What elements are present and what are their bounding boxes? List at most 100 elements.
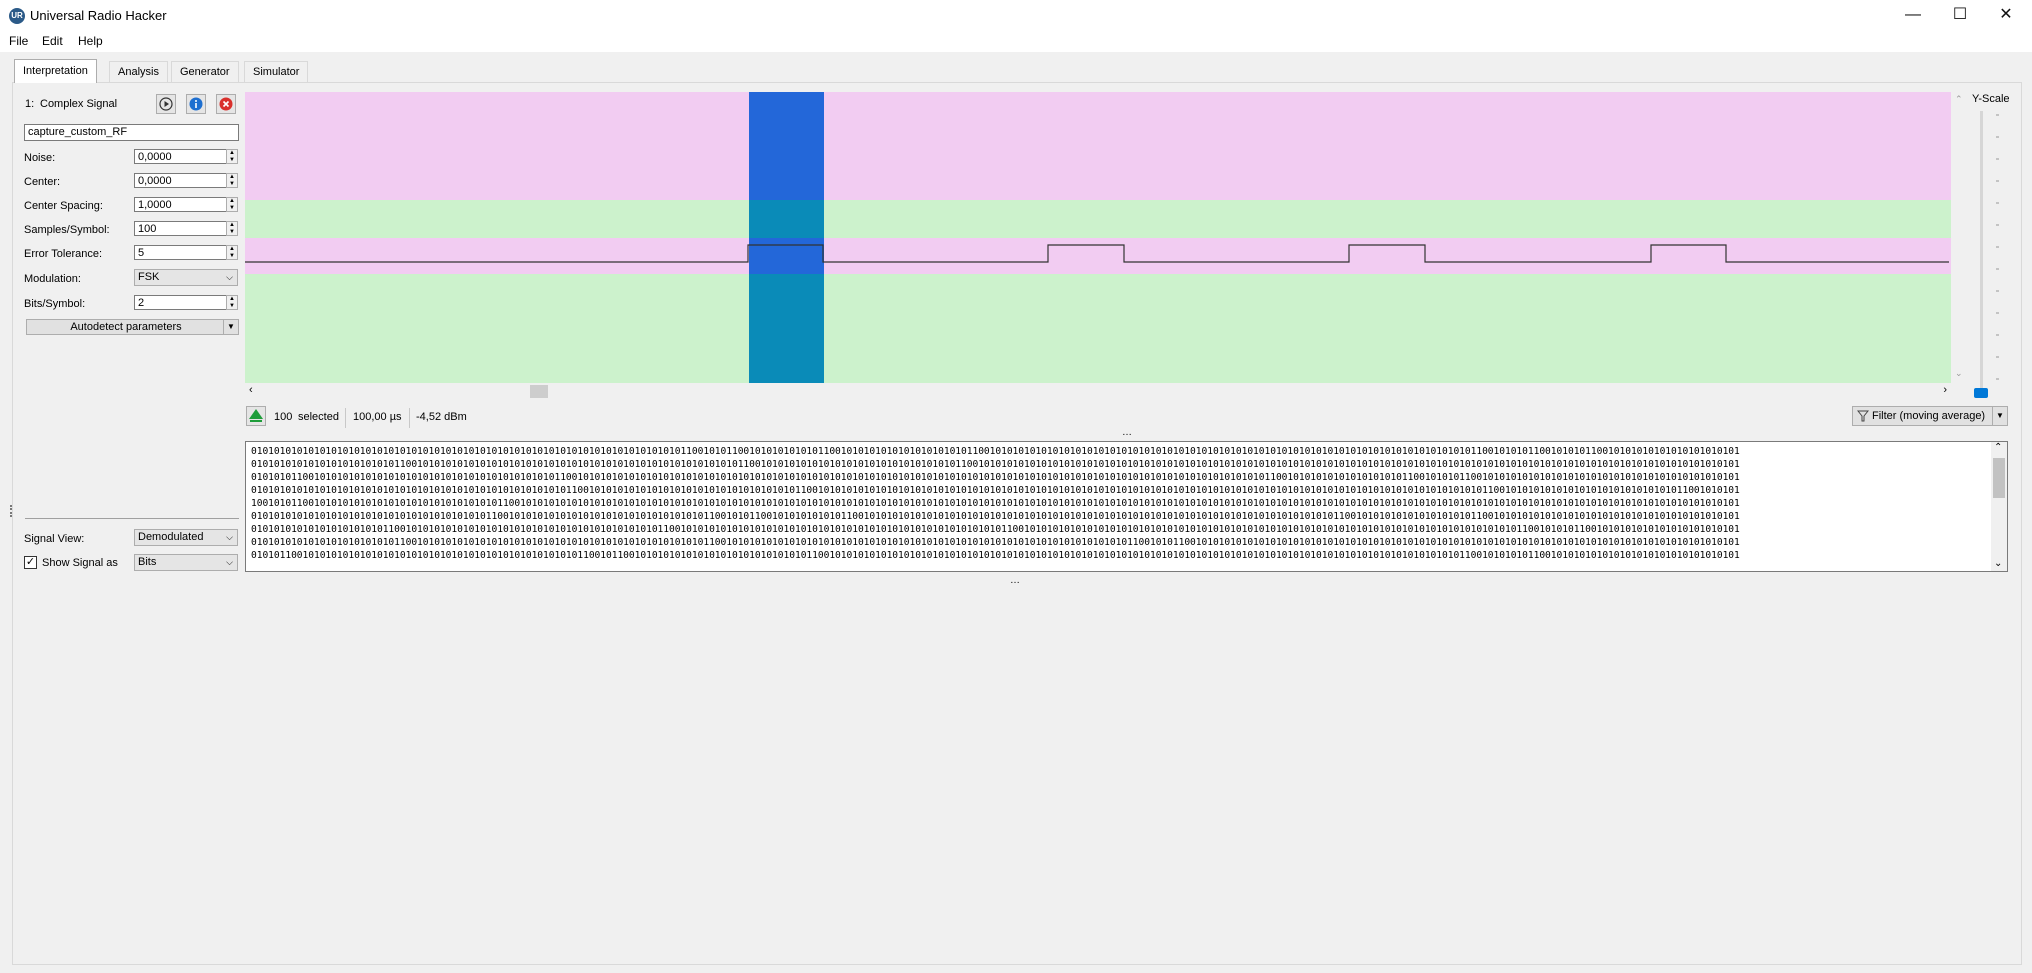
- splitter-handle-top[interactable]: …: [1122, 427, 1133, 438]
- signal-name-label[interactable]: Complex Signal: [40, 98, 117, 110]
- modulation-select[interactable]: FSK ⌵: [134, 269, 238, 286]
- window-title: Universal Radio Hacker: [30, 8, 167, 23]
- selection-highlight-middle[interactable]: [749, 238, 824, 274]
- zoom-to-selection-icon: [249, 409, 263, 422]
- scroll-up-icon[interactable]: ⌃: [1994, 442, 2002, 453]
- status-separator: [409, 408, 410, 428]
- samples-per-symbol-label: Samples/Symbol:: [24, 224, 110, 236]
- green-band-upper: [245, 200, 1951, 238]
- scroll-left-icon[interactable]: ‹: [249, 384, 253, 396]
- tab-simulator[interactable]: Simulator: [244, 61, 309, 83]
- play-icon: [159, 97, 173, 111]
- samples-per-symbol-stepper[interactable]: ▲ ▼: [226, 221, 238, 236]
- show-signal-as-select[interactable]: Bits ⌵: [134, 554, 238, 571]
- selection-status: 100 selected 100,00 µs -4,52 dBm: [274, 408, 574, 428]
- selection-power: -4,52 dBm: [416, 411, 467, 423]
- error-tolerance-input[interactable]: 5: [134, 245, 238, 260]
- green-band-lower: [245, 274, 1951, 383]
- signal-view-select[interactable]: Demodulated ⌵: [134, 529, 238, 546]
- scroll-thumb[interactable]: [530, 385, 548, 398]
- center-input[interactable]: 0,0000: [134, 173, 238, 188]
- filter-label: Filter (moving average): [1872, 410, 1986, 422]
- magenta-band-top: [245, 92, 1951, 200]
- horizontal-scrollbar[interactable]: ‹ ›: [245, 384, 1951, 398]
- tab-interpretation[interactable]: Interpretation: [14, 59, 97, 83]
- selected-count[interactable]: 100: [274, 411, 292, 423]
- selection-highlight-green[interactable]: [749, 200, 824, 238]
- center-spacing-stepper[interactable]: ▲ ▼: [226, 197, 238, 212]
- close-window-button[interactable]: ✕: [1983, 0, 2029, 30]
- menu-bar: [0, 30, 2032, 52]
- bit-line: 0101010101010101010101010101010101010101…: [251, 485, 1740, 496]
- menu-edit[interactable]: Edit: [42, 34, 63, 48]
- modulation-label: Modulation:: [24, 273, 81, 285]
- signal-view-value: Demodulated: [138, 531, 204, 543]
- error-tolerance-stepper[interactable]: ▲ ▼: [226, 245, 238, 260]
- close-signal-button[interactable]: [216, 94, 236, 114]
- menu-help[interactable]: Help: [78, 34, 103, 48]
- bits-per-symbol-label: Bits/Symbol:: [24, 298, 86, 310]
- tab-generator[interactable]: Generator: [171, 61, 239, 83]
- splitter-handle[interactable]: [10, 505, 14, 517]
- center-stepper[interactable]: ▲ ▼: [226, 173, 238, 188]
- bit-line: 0101010101010101010101010110010101010101…: [251, 537, 1740, 548]
- signal-filename-field[interactable]: capture_custom_RF: [24, 124, 239, 141]
- maximize-button[interactable]: ☐: [1937, 0, 1983, 30]
- bits-vertical-scrollbar[interactable]: ⌃ ⌄: [1991, 442, 2007, 571]
- noise-stepper[interactable]: ▲ ▼: [226, 149, 238, 164]
- selection-duration: 100,00 µs: [353, 411, 402, 423]
- bit-line: 0101010101010101010101010110010101010101…: [251, 459, 1740, 470]
- bit-line: 1001010110010101010101010101010101010101…: [251, 498, 1740, 509]
- autodetect-label: Autodetect parameters: [70, 321, 182, 333]
- signal-graphics-view[interactable]: [245, 92, 1951, 383]
- chevron-down-icon: ⌵: [226, 557, 233, 567]
- show-signal-as-checkbox[interactable]: ✓: [24, 556, 37, 569]
- signal-view-label: Signal View:: [24, 533, 85, 545]
- bit-line: 0101010101010101010101011001010101010101…: [251, 524, 1740, 535]
- status-separator: [345, 408, 346, 428]
- filter-button[interactable]: Filter (moving average) ▼: [1852, 406, 2008, 426]
- minimize-button[interactable]: —: [1890, 0, 1936, 30]
- show-signal-as-value: Bits: [138, 556, 157, 568]
- scroll-right-icon[interactable]: ›: [1943, 384, 1947, 396]
- error-tolerance-label: Error Tolerance:: [24, 248, 103, 260]
- signal-plot[interactable]: [245, 92, 1951, 383]
- splitter-handle-bottom[interactable]: …: [1010, 575, 1021, 586]
- filter-dropdown-icon[interactable]: ▼: [1992, 407, 2007, 425]
- chevron-down-icon: ⌵: [226, 272, 233, 282]
- show-signal-as-label: Show Signal as: [42, 557, 118, 569]
- bits-per-symbol-input[interactable]: 2: [134, 295, 238, 310]
- bit-line: 0101010101010101010101010101010101010101…: [251, 511, 1740, 522]
- autodetect-dropdown-icon[interactable]: ▼: [223, 320, 238, 334]
- scroll-thumb[interactable]: [1993, 458, 2005, 498]
- autodetect-button[interactable]: Autodetect parameters ▼: [26, 319, 239, 335]
- vertical-scroll-up-icon[interactable]: ⌃: [1955, 94, 1963, 105]
- selection-highlight-bottom[interactable]: [749, 274, 824, 383]
- info-button[interactable]: [186, 94, 206, 114]
- vertical-scroll-down-icon[interactable]: ⌄: [1955, 368, 1963, 379]
- chevron-down-icon: ⌵: [226, 532, 233, 542]
- magenta-band-middle: [245, 238, 1951, 274]
- close-icon: [219, 97, 233, 111]
- samples-per-symbol-input[interactable]: 100: [134, 221, 238, 236]
- scroll-down-icon[interactable]: ⌄: [1994, 558, 2002, 569]
- center-label: Center:: [24, 176, 61, 188]
- menu-file[interactable]: File: [9, 34, 28, 48]
- show-selection-button[interactable]: [246, 406, 266, 426]
- bit-line: 0101010101010101010101010101010101010101…: [251, 446, 1740, 457]
- bits-text-view[interactable]: 0101010101010101010101010101010101010101…: [245, 441, 2008, 572]
- replay-button[interactable]: [156, 94, 176, 114]
- y-scale-slider-handle[interactable]: [1974, 388, 1988, 398]
- modulation-value: FSK: [138, 271, 160, 283]
- tab-analysis[interactable]: Analysis: [109, 61, 168, 83]
- signal-index: 1:: [25, 98, 35, 110]
- filter-icon: [1857, 410, 1869, 422]
- center-spacing-input[interactable]: 1,0000: [134, 197, 238, 212]
- y-scale-slider-track[interactable]: [1980, 111, 1983, 391]
- bits-per-symbol-stepper[interactable]: ▲ ▼: [226, 295, 238, 310]
- y-scale-label: Y-Scale: [1972, 93, 2010, 105]
- noise-label: Noise:: [24, 152, 56, 164]
- noise-input[interactable]: 0,0000: [134, 149, 238, 164]
- title-bar: [0, 0, 2032, 30]
- selection-highlight-top[interactable]: [749, 92, 824, 200]
